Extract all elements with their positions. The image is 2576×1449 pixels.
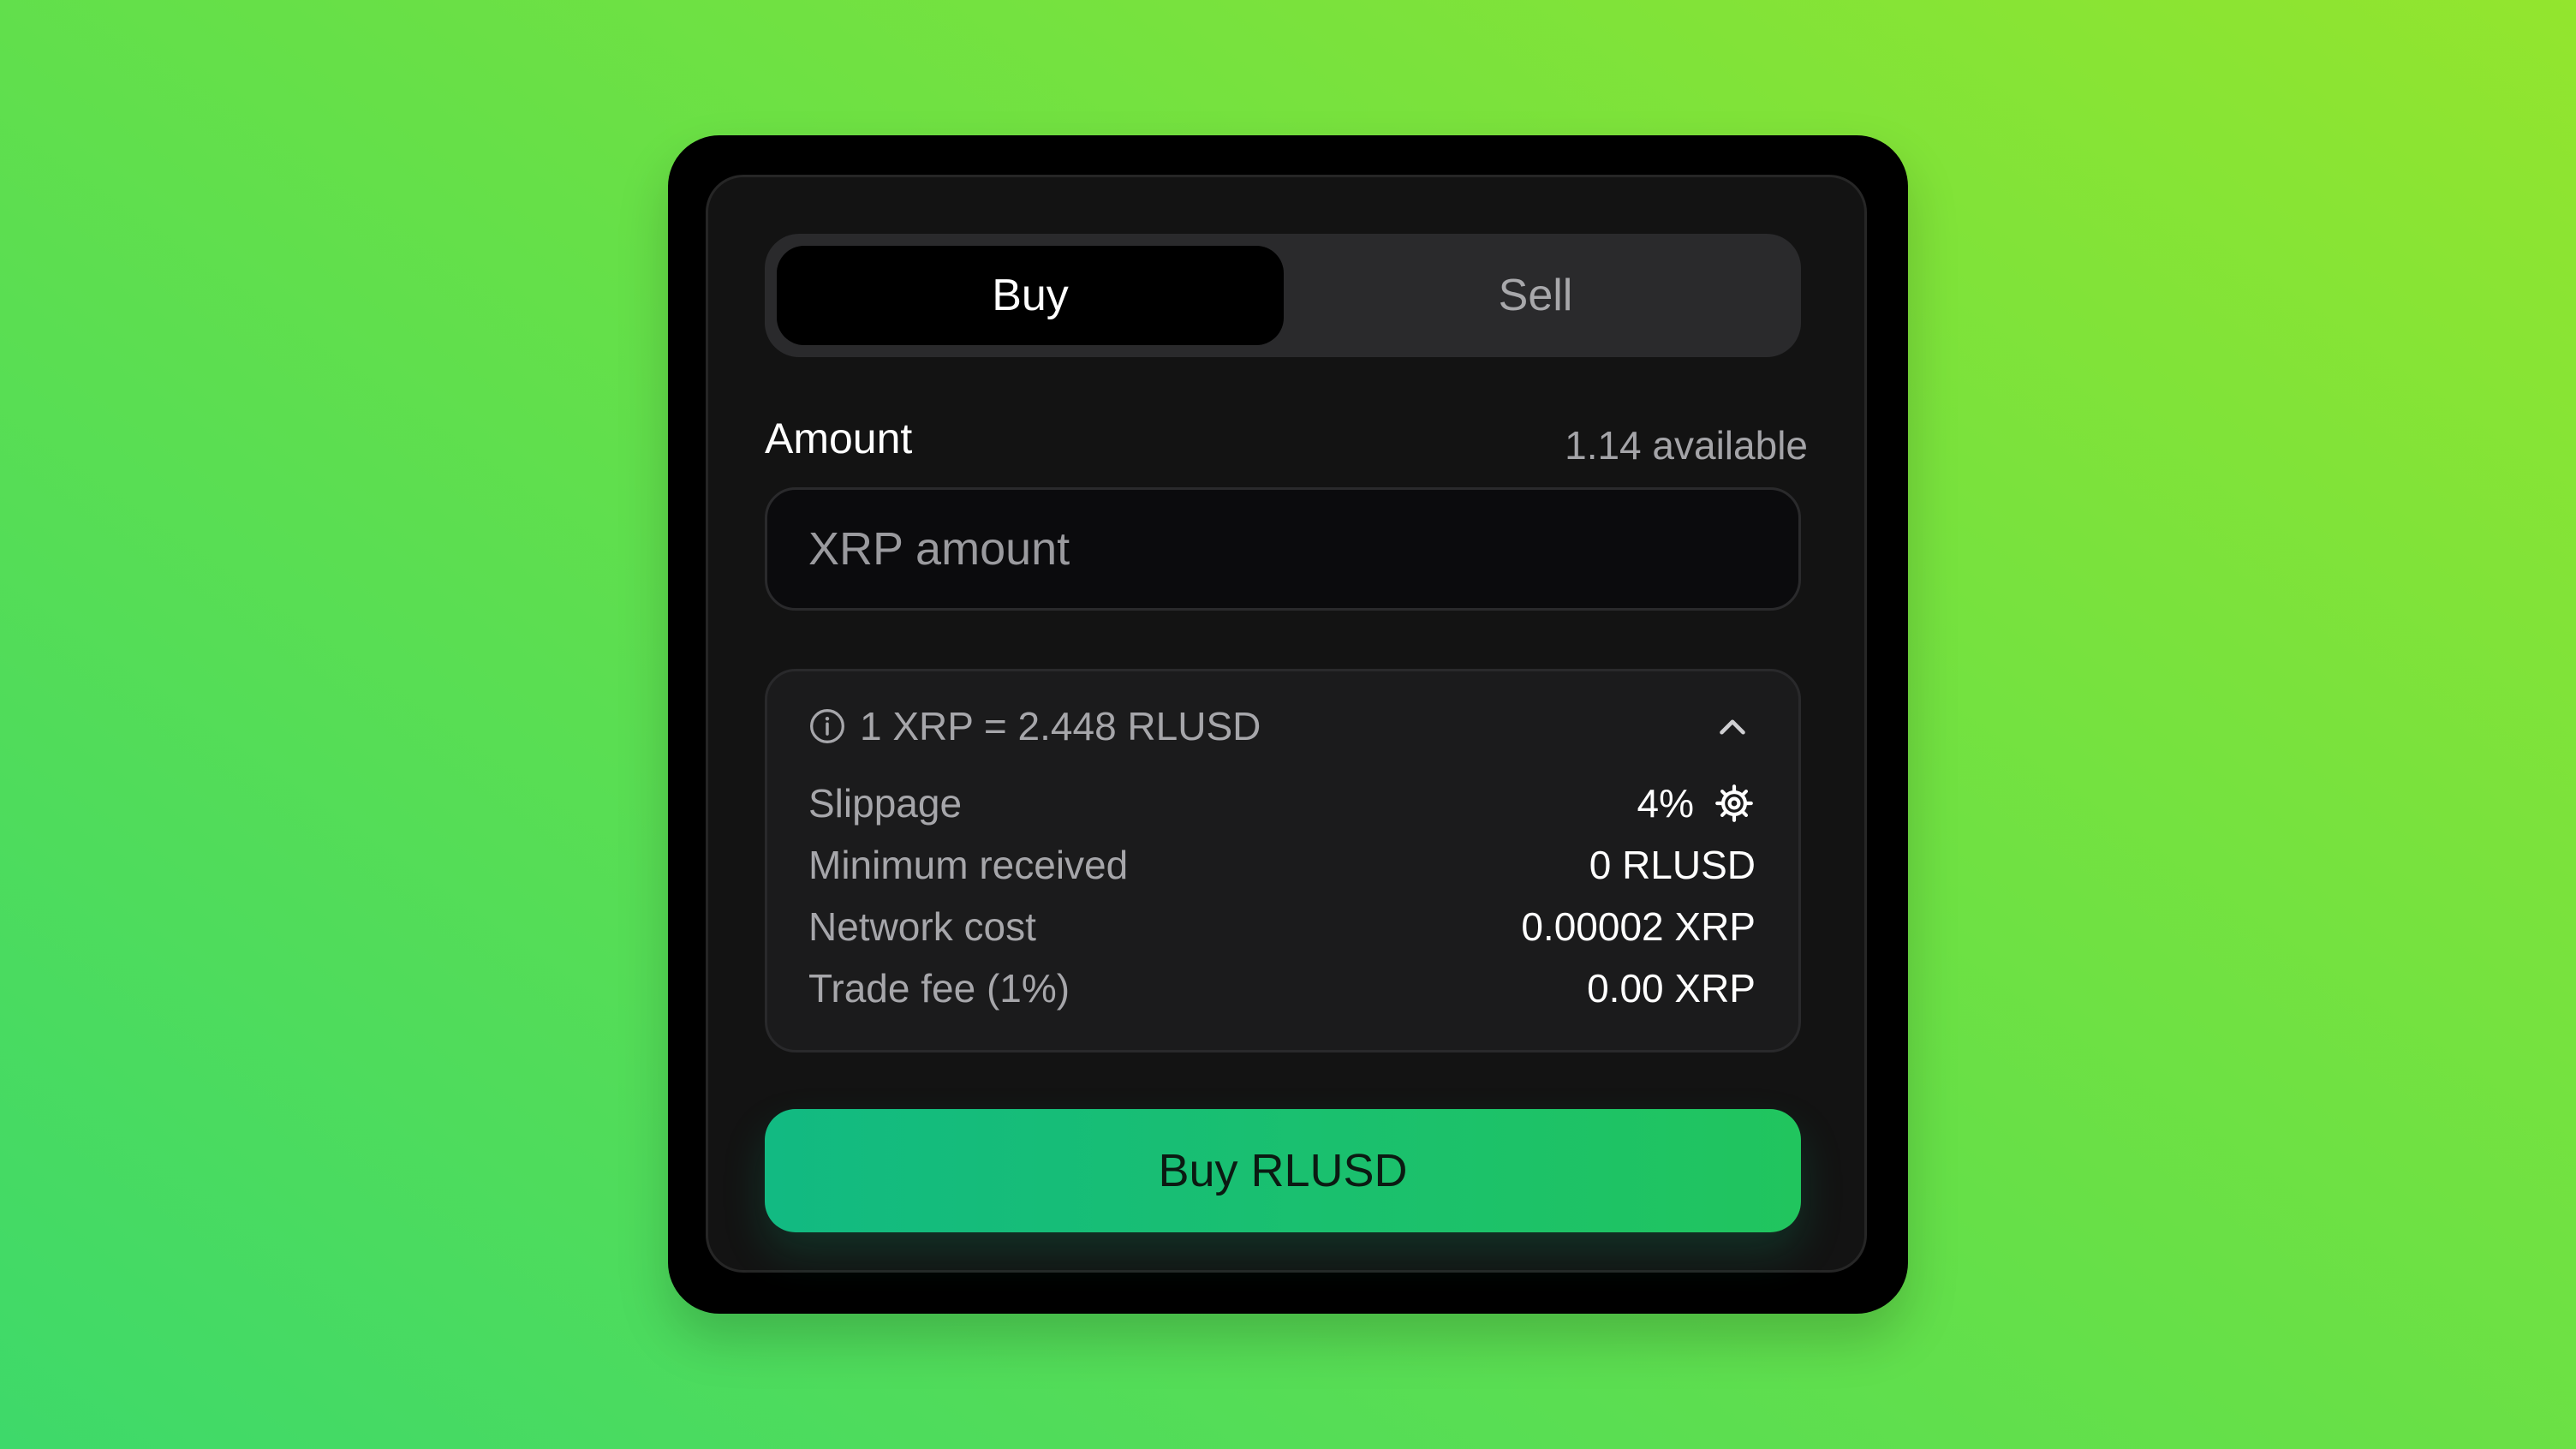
slippage-row: Slippage 4% (808, 778, 1756, 829)
rate-toggle[interactable]: 1 XRP = 2.448 RLUSD (808, 701, 1261, 752)
slippage-value-group: 4% (1637, 780, 1756, 826)
trade-fee-row: Trade fee (1%) 0.00 XRP (808, 963, 1756, 1014)
gear-icon[interactable] (1713, 782, 1756, 825)
tab-sell[interactable]: Sell (1282, 246, 1789, 345)
buy-sell-toggle: Buy Sell (765, 234, 1801, 357)
network-cost-value: 0.00002 XRP (1521, 904, 1756, 949)
exchange-rate: 1 XRP = 2.448 RLUSD (860, 704, 1261, 748)
available-balance: 1.14 available (1565, 423, 1808, 468)
minimum-received-row: Minimum received 0 RLUSD (808, 839, 1756, 891)
amount-input[interactable] (765, 487, 1801, 611)
amount-label: Amount (765, 414, 913, 462)
slippage-label: Slippage (808, 781, 963, 826)
minimum-received-label: Minimum received (808, 843, 1129, 887)
trade-fee-label: Trade fee (1%) (808, 966, 1070, 1011)
trade-details-panel: 1 XRP = 2.448 RLUSD Slippage 4% Minimum … (765, 669, 1801, 1052)
trade-fee-value: 0.00 XRP (1587, 966, 1756, 1011)
swap-card: Buy Sell Amount 1.14 available 1 XRP = 2… (706, 175, 1867, 1273)
minimum-received-value: 0 RLUSD (1589, 843, 1756, 887)
network-cost-label: Network cost (808, 904, 1036, 949)
slippage-value: 4% (1637, 781, 1694, 826)
widget-frame: Buy Sell Amount 1.14 available 1 XRP = 2… (668, 135, 1908, 1314)
network-cost-row: Network cost 0.00002 XRP (808, 901, 1756, 952)
buy-rlusd-button[interactable]: Buy RLUSD (765, 1109, 1801, 1232)
tab-buy[interactable]: Buy (777, 246, 1284, 345)
info-icon (810, 709, 844, 743)
chevron-up-icon[interactable] (1711, 706, 1754, 748)
